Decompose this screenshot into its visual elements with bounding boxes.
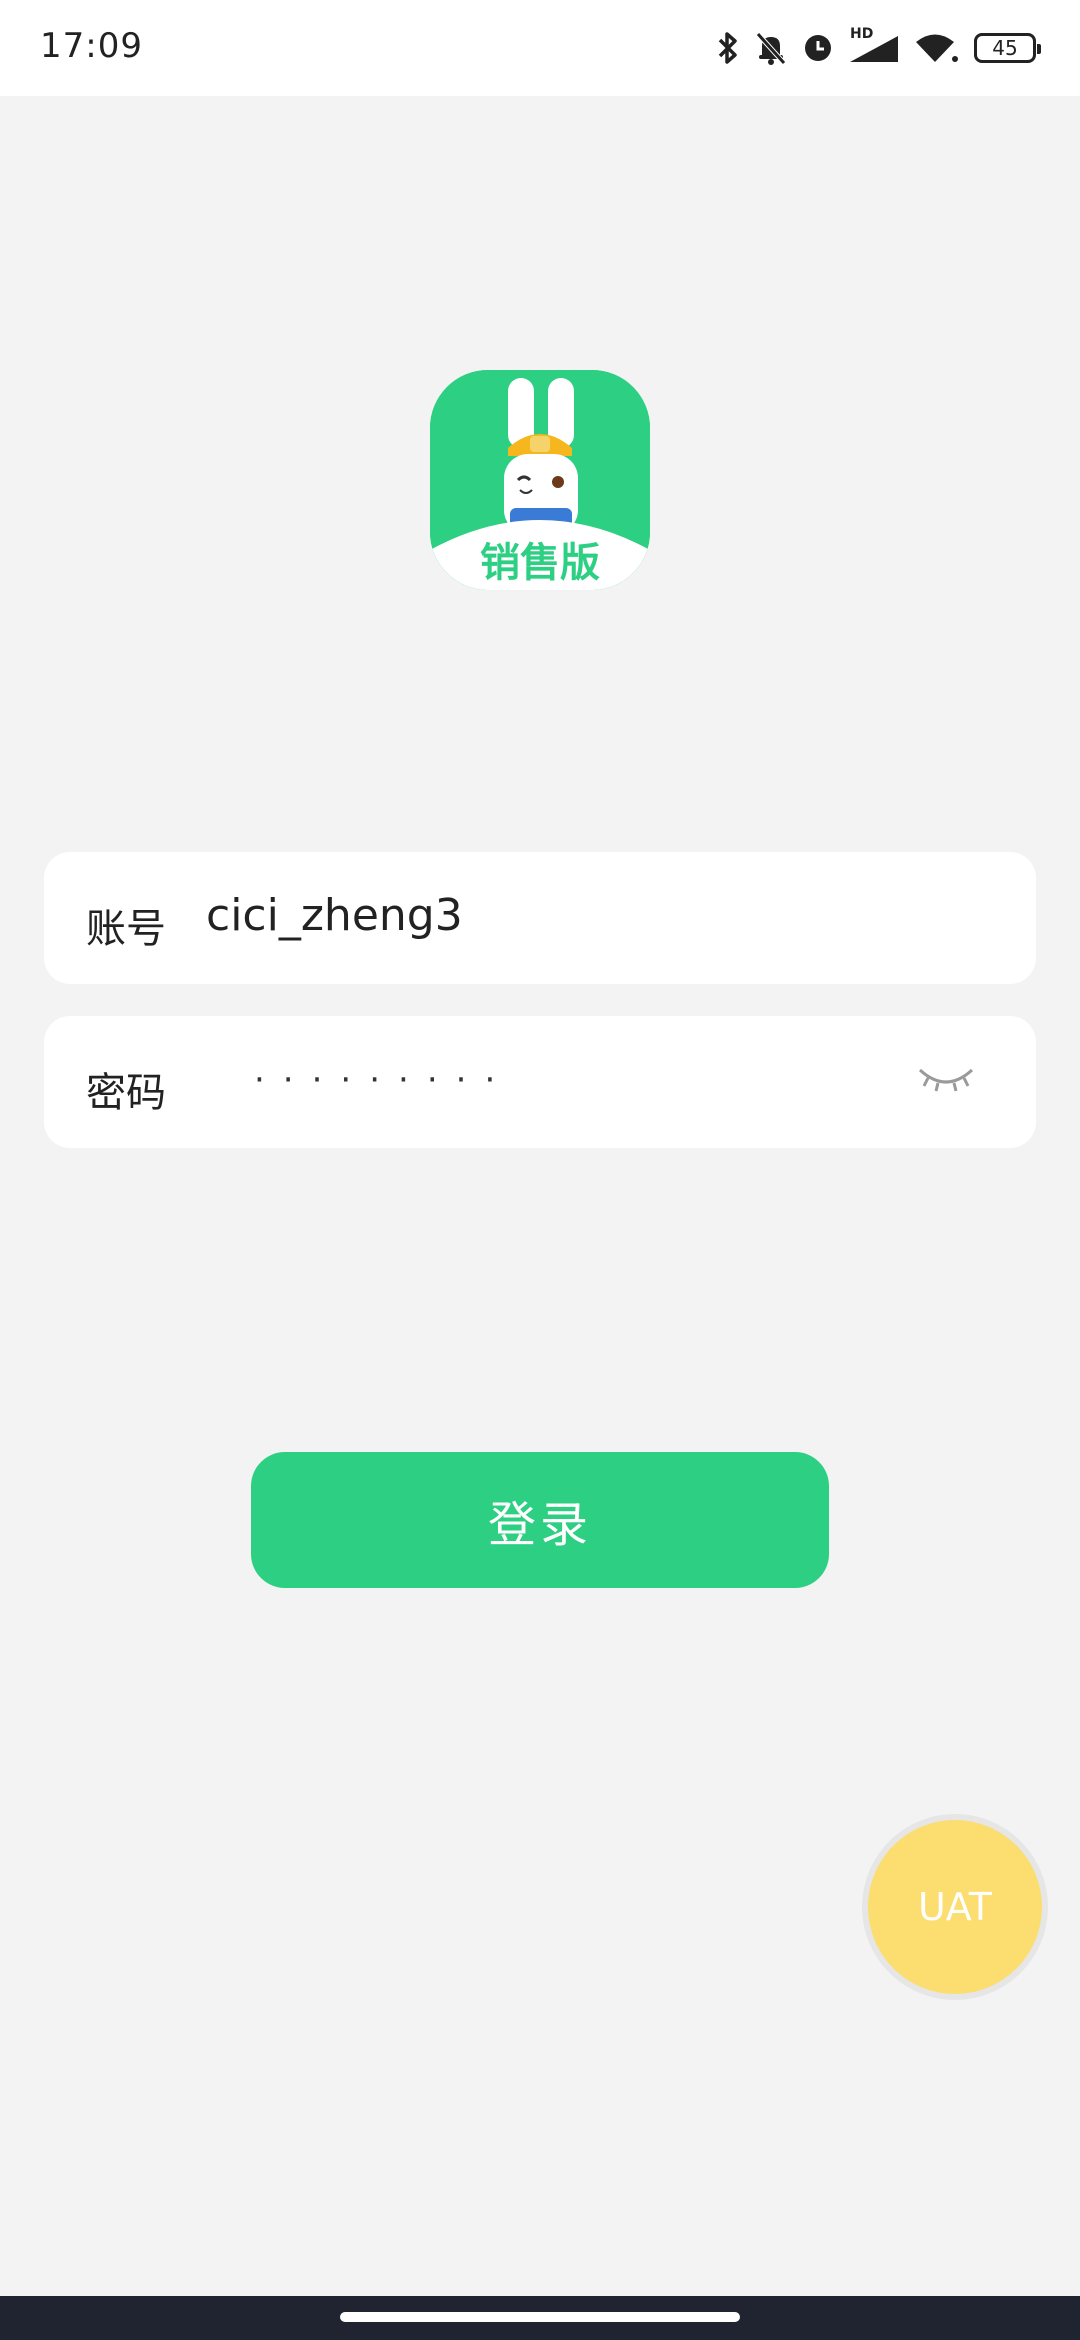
network-badge: HD xyxy=(850,26,874,42)
signal-icon: HD xyxy=(848,26,900,64)
wifi-icon xyxy=(914,31,960,65)
login-button[interactable]: 登录 xyxy=(251,1452,829,1588)
password-input[interactable]: ········· xyxy=(254,1060,513,1100)
account-label: 账号 xyxy=(86,906,166,952)
eye-closed-icon[interactable] xyxy=(916,1060,976,1100)
status-bar: 17:09 HD 45 xyxy=(0,0,1080,96)
uat-env-badge[interactable]: UAT xyxy=(868,1820,1042,1994)
status-time: 17:09 xyxy=(40,26,143,66)
account-input[interactable]: cici_zheng3 xyxy=(206,890,906,941)
password-field[interactable]: 密码 ········· xyxy=(44,1016,1036,1148)
battery-level: 45 xyxy=(992,36,1018,60)
status-icons: HD 45 xyxy=(716,26,1041,70)
alarm-clock-icon xyxy=(802,32,834,64)
logo-caption: 销售版 xyxy=(480,540,600,586)
mute-bell-icon xyxy=(754,30,788,66)
home-indicator[interactable] xyxy=(340,2312,740,2322)
bluetooth-icon xyxy=(716,31,740,65)
account-field[interactable]: 账号 cici_zheng3 xyxy=(44,852,1036,984)
battery-icon: 45 xyxy=(974,33,1041,63)
app-logo: 销售版 xyxy=(430,370,650,590)
password-label: 密码 xyxy=(86,1070,166,1116)
system-nav-bar xyxy=(0,2296,1080,2340)
